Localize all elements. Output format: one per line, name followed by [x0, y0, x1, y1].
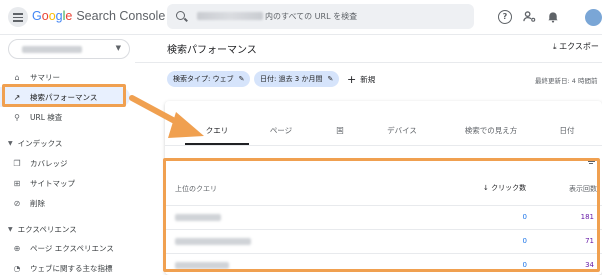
top-bar: Google Search Console 内のすべての URL を検査 ? — [0, 0, 602, 35]
dimension-tabs: クエリ ページ 国 デバイス 検索での見え方 日付 — [165, 115, 602, 145]
sidebar-item-url-inspection[interactable]: ⚲ URL 検査 — [0, 107, 130, 127]
last-updated: 最終更新日: 4 時間前 — [535, 77, 598, 85]
sidebar-item-web-vitals[interactable]: ◔ ウェブに関する主な指標 — [0, 258, 130, 275]
tab-devices[interactable]: デバイス — [373, 115, 431, 145]
tab-search-appearance[interactable]: 検索での見え方 — [447, 115, 535, 145]
section-label: インデックス — [17, 138, 63, 148]
sidebar-item-label: ウェブに関する主な指標 — [30, 263, 113, 273]
bell-icon[interactable] — [546, 10, 560, 24]
help-icon[interactable]: ? — [498, 10, 512, 24]
search-icon — [176, 11, 185, 20]
annotation-arrow-icon — [129, 95, 204, 138]
section-label: エクスペリエンス — [17, 224, 77, 234]
home-icon: ⌂ — [14, 72, 20, 82]
sitemap-icon: ⊞ — [13, 178, 21, 188]
sidebar-item-label: サマリー — [30, 72, 60, 82]
export-button[interactable]: ⤓ エクスポー — [553, 41, 599, 52]
sidebar-item-coverage[interactable]: ❐ カバレッジ — [0, 153, 130, 173]
highlight-performance-menu — [2, 84, 126, 107]
sidebar: ▼ ⌂ サマリー ↗ 検索パフォーマンス ⚲ URL 検査 ▼ インデックス ❐… — [0, 35, 135, 275]
account-settings-icon[interactable] — [522, 10, 536, 24]
sidebar-item-label: ページ エクスペリエンス — [30, 243, 114, 253]
edit-icon: ✎ — [327, 75, 334, 83]
chevron-down-icon: ▼ — [115, 44, 121, 52]
new-filter-button[interactable]: + 新規 — [347, 73, 375, 86]
menu-icon[interactable] — [8, 7, 28, 27]
sidebar-item-label: カバレッジ — [30, 158, 68, 168]
tab-dates[interactable]: 日付 — [545, 115, 589, 145]
tab-pages[interactable]: ページ — [255, 115, 307, 145]
search-icon: ⚲ — [14, 112, 20, 122]
page-title: 検索パフォーマンス — [167, 45, 257, 56]
tab-countries[interactable]: 国 — [315, 115, 365, 145]
redacted-property — [22, 46, 82, 53]
sidebar-item-sitemaps[interactable]: ⊞ サイトマップ — [0, 173, 130, 193]
section-index[interactable]: ▼ インデックス — [0, 136, 62, 150]
divider — [135, 62, 602, 63]
visibility-off-icon: ⊘ — [13, 198, 21, 208]
search-console-logo[interactable]: Google Search Console — [32, 9, 165, 23]
edit-icon: ✎ — [238, 75, 245, 83]
file-copy-icon: ❐ — [13, 158, 21, 168]
sidebar-item-removals[interactable]: ⊘ 削除 — [0, 193, 130, 213]
filter-chip-search-type[interactable]: 検索タイプ: ウェブ ✎ — [167, 71, 251, 87]
avatar[interactable] — [585, 9, 602, 26]
plus-icon: + — [347, 73, 357, 86]
sidebar-item-label: URL 検査 — [30, 112, 63, 122]
download-icon: ⤓ — [553, 42, 557, 51]
add-circle-icon: ⊕ — [13, 243, 21, 253]
section-experience[interactable]: ▼ エクスペリエンス — [0, 222, 77, 236]
url-inspection-search[interactable]: 内のすべての URL を検査 — [167, 4, 474, 29]
search-placeholder: 内のすべての URL を検査 — [265, 12, 358, 21]
highlight-queries-table — [163, 158, 600, 272]
sidebar-item-label: 削除 — [30, 198, 45, 208]
tabs-divider — [165, 145, 602, 146]
speed-icon: ◔ — [13, 263, 21, 273]
caret-down-icon: ▼ — [8, 139, 13, 147]
sidebar-item-page-experience[interactable]: ⊕ ページ エクスペリエンス — [0, 238, 130, 258]
caret-down-icon: ▼ — [8, 225, 13, 233]
property-selector[interactable]: ▼ — [8, 39, 130, 59]
filter-chip-date[interactable]: 日付: 過去 3 か月間 ✎ — [254, 71, 340, 87]
sidebar-item-label: サイトマップ — [30, 178, 75, 188]
